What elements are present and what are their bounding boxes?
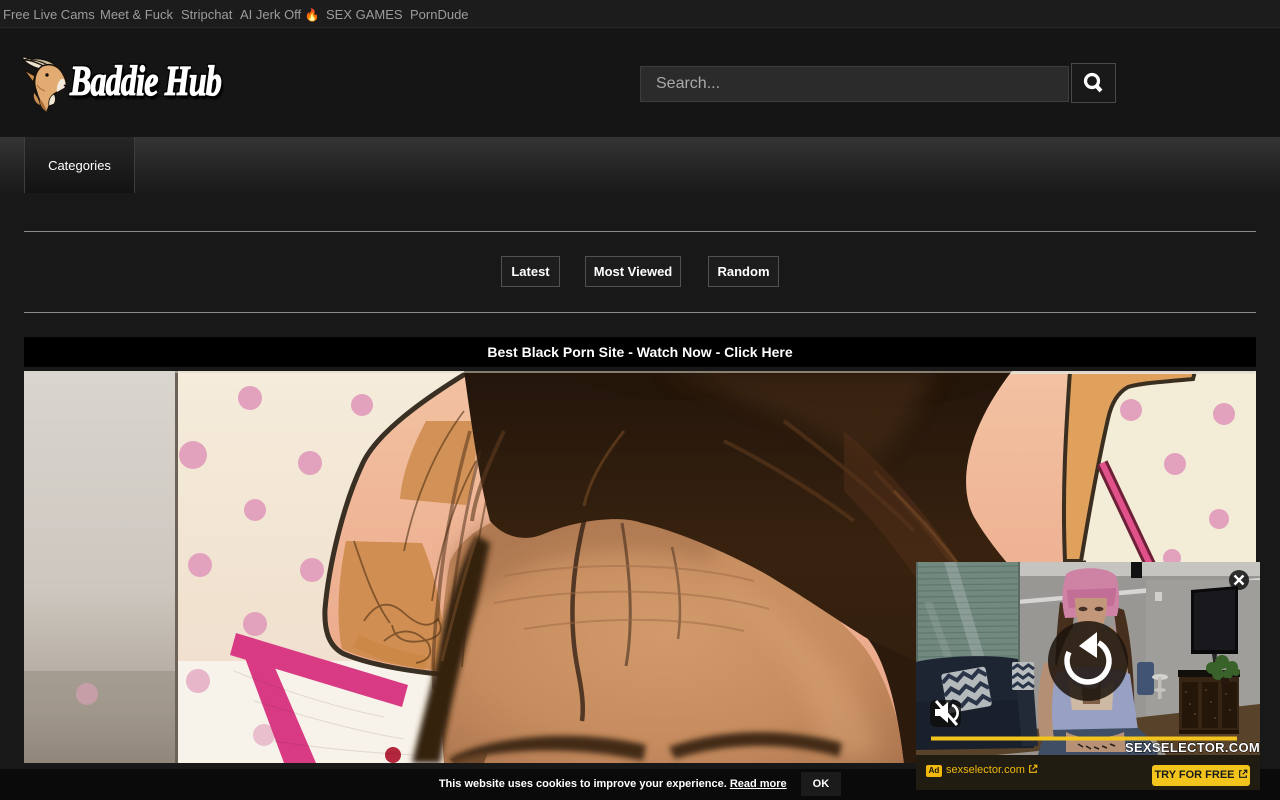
- svg-text:SEXSELECTOR.COM: SEXSELECTOR.COM: [1125, 740, 1260, 755]
